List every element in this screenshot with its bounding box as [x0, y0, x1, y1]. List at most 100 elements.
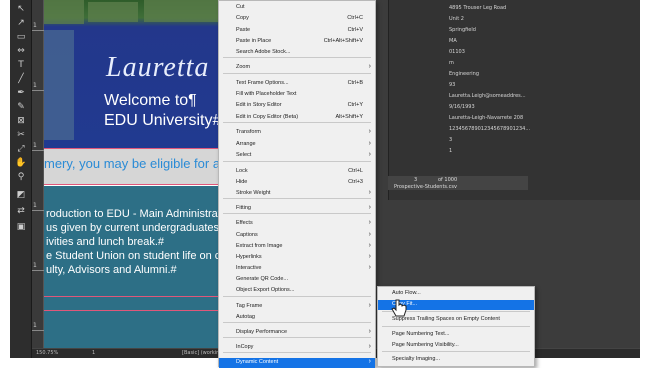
submenu-item-label: Suppress Trailing Spaces on Empty Conten… — [392, 316, 500, 322]
menu-item-label: Display Performance — [236, 329, 288, 335]
menu-item-stroke-weight[interactable]: Stroke Weight › — [219, 189, 375, 199]
pencil-icon[interactable]: ✎ — [14, 102, 28, 112]
menu-item-select[interactable]: Select › — [219, 151, 375, 161]
guide-line — [44, 310, 230, 311]
menu-item-effects[interactable]: Effects › — [219, 219, 375, 229]
menu-item-label: Select — [236, 152, 252, 158]
field-value: Lauretta.Leigh@someaddres... — [449, 93, 526, 99]
chevron-right-icon: › — [368, 63, 371, 70]
menu-item-label: Fill with Placeholder Text — [236, 91, 297, 97]
menu-item-label: Hyperlinks — [236, 254, 262, 260]
menu-item-shortcut: Ctrl+B — [347, 80, 363, 86]
menu-item-copy[interactable]: Copy Ctrl+C — [219, 14, 375, 24]
pen-icon[interactable]: ✒ — [14, 88, 28, 98]
menu-separator — [223, 161, 371, 162]
chevron-right-icon: › — [368, 302, 371, 309]
direct-selection-icon[interactable]: ↗ — [14, 18, 28, 28]
menu-item-label: Paste in Place — [236, 38, 272, 44]
menu-item-label: Search Adobe Stock... — [236, 49, 291, 55]
menu-item-shortcut: Ctrl+L — [348, 168, 363, 174]
field-value: 93 — [449, 82, 456, 88]
hand-icon[interactable]: ✋ — [14, 158, 28, 168]
menu-item-search-adobe-stock[interactable]: Search Adobe Stock... — [219, 48, 375, 58]
menu-item-interactive[interactable]: Interactive › — [219, 264, 375, 274]
menu-item-edit-in-story-editor[interactable]: Edit in Story Editor Ctrl+Y — [219, 101, 375, 111]
menu-item-hide[interactable]: Hide Ctrl+3 — [219, 178, 375, 188]
chevron-right-icon: › — [368, 204, 371, 211]
submenu-item-page-numbering-text[interactable]: Page Numbering Text... — [378, 330, 534, 340]
menu-item-object-export-options[interactable]: Object Export Options... — [219, 286, 375, 296]
free-transform-icon[interactable]: ⤢ — [14, 144, 28, 154]
chevron-right-icon: › — [368, 231, 371, 238]
agenda-item[interactable]: us given by current undergraduates.# — [46, 222, 228, 234]
menu-item-zoom[interactable]: Zoom › — [219, 63, 375, 73]
menu-item-autotag[interactable]: Autotag — [219, 313, 375, 323]
field-value: 4895 Trouser Leg Road — [449, 5, 507, 11]
guide-line — [44, 184, 230, 185]
fill-stroke-icon[interactable]: ◩ — [14, 190, 28, 200]
menu-item-edit-in-copy-editor-beta[interactable]: Edit in Copy Editor (Beta) Alt+Shift+Y — [219, 113, 375, 123]
menu-item-paste-in-place[interactable]: Paste in Place Ctrl+Alt+Shift+V — [219, 37, 375, 47]
menu-item-cut[interactable]: Cut — [219, 3, 375, 13]
field-value: 1 — [449, 148, 453, 154]
gap-icon[interactable]: ⇔ — [14, 46, 28, 56]
submenu-item-specialty-imaging[interactable]: Specialty Imaging... — [378, 355, 534, 365]
menu-item-label: Dynamic Content — [236, 359, 279, 365]
menu-item-shortcut: Ctrl+V — [347, 27, 363, 33]
menu-item-lock[interactable]: Lock Ctrl+L — [219, 167, 375, 177]
menu-item-label: Copy — [236, 15, 249, 21]
selection-icon[interactable]: ↖ — [14, 4, 28, 14]
menu-item-extract-from-image[interactable]: Extract from Image › — [219, 242, 375, 252]
menu-item-tag-frame[interactable]: Tag Frame › — [219, 302, 375, 312]
swap-icon[interactable]: ⇄ — [14, 206, 28, 216]
menu-item-shortcut: Ctrl+Alt+Shift+V — [323, 38, 363, 44]
agenda-item[interactable]: ulty, Advisors and Alumni.# — [46, 264, 177, 276]
script-name-text[interactable]: Lauretta — [106, 52, 209, 84]
agenda-item[interactable]: e Student Union on student life on car — [46, 250, 230, 262]
data-merge-panel: 4895 Trouser Leg Road Unit 2 Springfield… — [388, 0, 640, 200]
menu-item-display-performance[interactable]: Display Performance › — [219, 328, 375, 338]
menu-item-text-frame-options[interactable]: Text Frame Options... Ctrl+B — [219, 79, 375, 89]
page-number[interactable]: 1 — [92, 350, 95, 356]
university-heading[interactable]: EDU University# — [104, 112, 221, 130]
source-file: Prospective-Students.csv — [394, 184, 457, 190]
menu-item-label: Lock — [236, 168, 248, 174]
menu-item-hyperlinks[interactable]: Hyperlinks › — [219, 253, 375, 263]
screenshot-stage: ↖ ↗ ▭ ⇔ T ╱ ✒ ✎ ⊠ ✂ ⤢ ✋ ⚲ ◩ ⇄ ▣ 1 1 1 1 … — [0, 0, 658, 368]
submenu-item-label: Page Numbering Visibility... — [392, 342, 459, 348]
submenu-item-label: Page Numbering Text... — [392, 331, 450, 337]
menu-item-fill-with-placeholder-text[interactable]: Fill with Placeholder Text — [219, 90, 375, 100]
guide-line — [44, 148, 230, 149]
line-icon[interactable]: ╱ — [14, 74, 28, 84]
menu-item-label: Paste — [236, 27, 251, 33]
record-current[interactable]: 3 — [414, 177, 417, 183]
submenu-item-page-numbering-visibility[interactable]: Page Numbering Visibility... — [378, 341, 534, 351]
zoom-icon[interactable]: ⚲ — [14, 172, 28, 182]
menu-item-captions[interactable]: Captions › — [219, 231, 375, 241]
field-value: Springfield — [449, 27, 476, 33]
menu-item-label: Transform — [236, 129, 261, 135]
menu-item-label: Effects — [236, 220, 253, 226]
eligible-text[interactable]: mery, you may be eligible for a sc — [44, 156, 230, 171]
menu-item-fitting[interactable]: Fitting › — [219, 204, 375, 214]
menu-item-transform[interactable]: Transform › — [219, 128, 375, 138]
mode-icon[interactable]: ▣ — [14, 222, 28, 232]
menu-item-incopy[interactable]: InCopy › — [219, 343, 375, 353]
field-value: 123456789012345678901234... — [449, 126, 531, 132]
chevron-right-icon: › — [368, 328, 371, 335]
agenda-item[interactable]: roduction to EDU - Main Administration — [46, 208, 230, 220]
type-icon[interactable]: T — [14, 60, 28, 70]
menu-item-label: Autotag — [236, 314, 255, 320]
zoom-level[interactable]: 150.75% — [36, 350, 58, 356]
scissors-icon[interactable]: ✂ — [14, 130, 28, 140]
guide-line — [44, 296, 230, 297]
welcome-heading[interactable]: Welcome to¶ — [104, 92, 197, 110]
menu-item-generate-qr-code[interactable]: Generate QR Code... — [219, 275, 375, 285]
page-icon[interactable]: ▭ — [14, 32, 28, 42]
agenda-item[interactable]: ivities and lunch break.# — [46, 236, 164, 248]
menu-item-arrange[interactable]: Arrange › — [219, 140, 375, 150]
field-value: 9/16/1993 — [449, 104, 475, 110]
rectangle-frame-icon[interactable]: ⊠ — [14, 116, 28, 126]
document-page[interactable]: Lauretta Welcome to¶ EDU University# mer… — [44, 0, 230, 350]
menu-item-paste[interactable]: Paste Ctrl+V — [219, 26, 375, 36]
